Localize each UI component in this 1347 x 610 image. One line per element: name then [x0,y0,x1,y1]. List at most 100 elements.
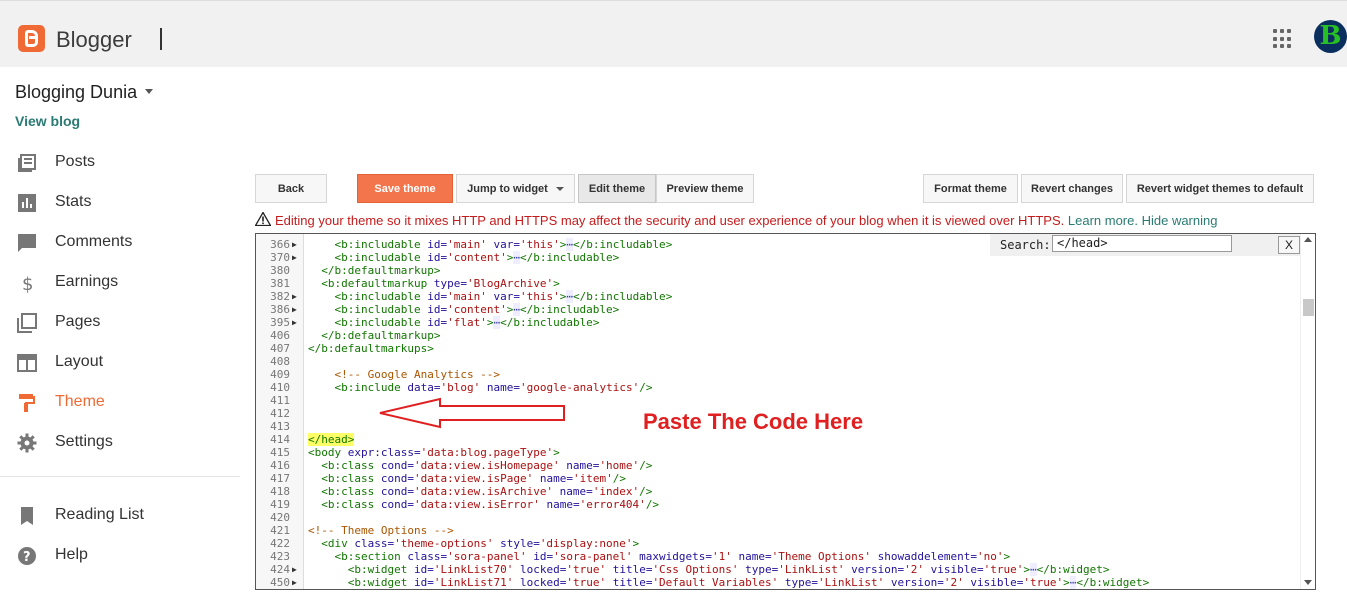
line-number: 410 [270,381,290,394]
jump-to-widget-dropdown[interactable]: Jump to widget [456,174,575,203]
revert-changes-button[interactable]: Revert changes [1021,174,1123,203]
posts-icon [18,154,36,172]
hide-warning-link[interactable]: Hide warning [1142,213,1218,228]
code-text: </b:defaultmarkup> [321,329,441,342]
line-number: 381 [270,277,290,290]
code-line[interactable]: 382 ▶ <b:includable id='main' var='this'>… [256,290,1301,303]
svg-text:?: ? [23,550,31,565]
brand-name[interactable]: Blogger [56,27,132,53]
sidebar-item-earnings[interactable]: $ Earnings [0,268,240,298]
fold-arrow-icon[interactable]: ▶ [292,563,297,576]
sidebar-item-label: Comments [55,233,133,250]
sidebar-item-reading-list[interactable]: Reading List [0,501,240,531]
preview-theme-button[interactable]: Preview theme [656,174,754,203]
line-number: 416 [270,459,290,472]
code-line[interactable]: 380 </b:defaultmarkup> [256,264,1301,277]
header-divider [160,28,162,50]
code-line[interactable]: 424 ▶ <b:widget id='LinkList70' locked='t… [256,563,1301,576]
sidebar-item-layout[interactable]: Layout [0,348,240,378]
line-number: 411 [270,394,290,407]
scroll-up-icon[interactable] [1304,237,1312,242]
code-line[interactable]: 421 <!-- Theme Options --> [256,524,1301,537]
code-line[interactable]: 423 <b:section class='sora-panel' id='so… [256,550,1301,563]
code-text: <b:includable id='content'>⋯</b:includab… [334,303,620,316]
paint-roller-icon [19,394,35,412]
sidebar-item-pages[interactable]: Pages [0,308,240,338]
code-line[interactable]: 419 <b:class cond='data:view.isError' na… [256,498,1301,511]
code-line[interactable]: 395 ▶ <b:includable id='flat'>⋯</b:includ… [256,316,1301,329]
back-button[interactable]: Back [255,174,327,203]
code-line[interactable]: 366 ▶ <b:includable id='main' var='this'>… [256,238,1301,251]
top-bar: Blogger B [0,0,1347,67]
code-line[interactable]: 370 ▶ <b:includable id='content'>⋯</b:inc… [256,251,1301,264]
line-number: 366 [270,238,290,251]
sidebar-item-theme[interactable]: Theme [0,388,240,418]
revert-widget-themes-button[interactable]: Revert widget themes to default [1126,174,1314,203]
code-line[interactable]: 409 <!-- Google Analytics --> [256,368,1301,381]
format-theme-button[interactable]: Format theme [923,174,1018,203]
code-line[interactable]: 450 ▶ <b:widget id='LinkList71' locked='t… [256,576,1301,589]
code-line[interactable]: 422 <div class='theme-options' style='di… [256,537,1301,550]
code-line[interactable]: 386 ▶ <b:includable id='content'>⋯</b:inc… [256,303,1301,316]
sidebar-item-comments[interactable]: Comments [0,228,240,258]
learn-more-link[interactable]: Learn more. [1068,213,1138,228]
code-text: <b:class cond='data:view.isArchive' name… [321,485,653,498]
line-number: 414 [270,433,290,446]
fold-arrow-icon[interactable]: ▶ [292,238,297,251]
comments-icon [18,234,36,252]
line-number: 421 [270,524,290,537]
line-number: 419 [270,498,290,511]
code-line[interactable]: 416 <b:class cond='data:view.isHomepage'… [256,459,1301,472]
sidebar-item-label: Reading List [55,506,144,523]
code-text: <b:includable id='main' var='this'>⋯</b:… [334,238,673,251]
code-line[interactable]: 406 </b:defaultmarkup> [256,329,1301,342]
line-number: 423 [270,550,290,563]
code-line[interactable]: 420 [256,511,1301,524]
code-line[interactable]: 417 <b:class cond='data:view.isPage' nam… [256,472,1301,485]
code-text: <!-- Theme Options --> [308,524,454,537]
annotation-label: Paste The Code Here [643,409,864,434]
line-number: 382 [270,290,290,303]
sidebar-item-label: Earnings [55,273,119,290]
pages-icon [17,313,37,333]
editor-scrollbar[interactable] [1300,234,1315,589]
annotation-arrow [379,397,565,429]
fold-arrow-icon[interactable]: ▶ [292,316,297,329]
line-number: 407 [270,342,290,355]
scroll-down-icon[interactable] [1304,580,1312,585]
code-text: </b:defaultmarkups> [308,342,434,355]
line-number: 409 [270,368,290,381]
line-number: 424 [270,563,290,576]
apps-grid-icon[interactable] [1273,29,1293,49]
code-line[interactable]: 415 <body expr:class='data:blog.pageType'… [256,446,1301,459]
code-line[interactable]: 408 [256,355,1301,368]
bookmark-icon [21,507,33,525]
fold-arrow-icon[interactable]: ▶ [292,251,297,264]
code-text: <!-- Google Analytics --> [308,368,501,381]
sidebar-item-label: Settings [55,433,113,450]
edit-theme-button[interactable]: Edit theme [578,174,656,203]
view-blog-link[interactable]: View blog [15,113,80,129]
sidebar-item-posts[interactable]: Posts [0,148,240,178]
code-line[interactable]: 381 <b:defaultmarkup type='BlogArchive'> [256,277,1301,290]
code-text: <b:includable id='main' var='this'>⋯</b:… [334,290,673,303]
blogger-logo-icon[interactable] [18,25,45,52]
blog-selector[interactable]: Blogging Dunia [15,82,137,103]
sidebar-item-settings[interactable]: Settings [0,428,240,458]
sidebar-item-stats[interactable]: Stats [0,188,240,218]
scrollbar-thumb[interactable] [1303,299,1314,316]
dollar-icon: $ [22,274,33,293]
fold-arrow-icon[interactable]: ▶ [292,290,297,303]
code-line[interactable]: 407 </b:defaultmarkups> [256,342,1301,355]
chevron-down-icon[interactable] [145,89,153,94]
save-theme-button[interactable]: Save theme [357,174,453,203]
sidebar-item-help[interactable]: ? Help [0,541,240,571]
avatar[interactable]: B [1314,20,1347,53]
sidebar-divider [0,476,240,477]
sidebar-item-label: Layout [55,353,104,370]
fold-arrow-icon[interactable]: ▶ [292,303,297,316]
stats-icon [18,194,36,212]
fold-arrow-icon[interactable]: ▶ [292,576,297,589]
code-line[interactable]: 418 <b:class cond='data:view.isArchive' … [256,485,1301,498]
code-line[interactable]: 410 <b:include data='blog' name='google-… [256,381,1301,394]
